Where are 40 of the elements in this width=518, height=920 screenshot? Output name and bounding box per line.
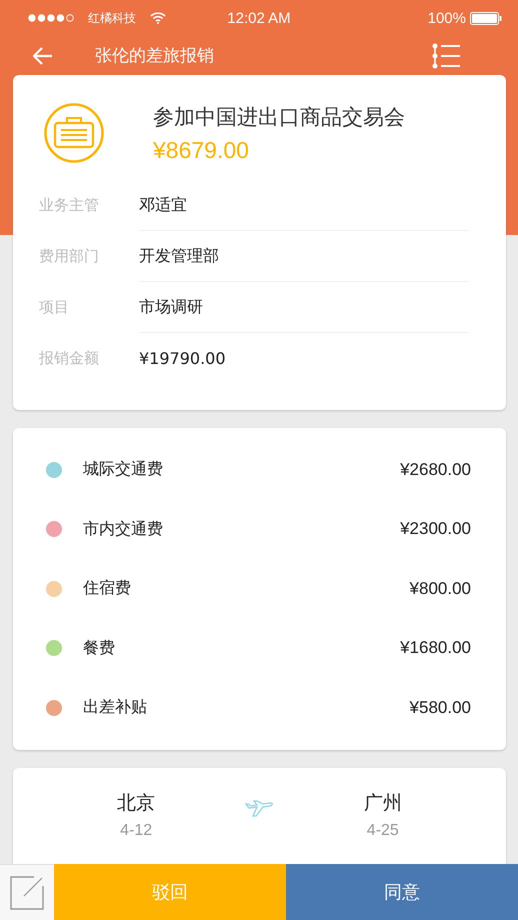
expense-name: 市内交通费	[83, 518, 164, 540]
edit-button[interactable]	[0, 864, 54, 920]
approve-button[interactable]: 同意	[286, 864, 518, 920]
field-value: 市场调研	[139, 282, 469, 333]
arrival-city: 广州	[364, 790, 402, 816]
airplane-icon	[243, 800, 276, 818]
expense-amount: ¥2680.00	[400, 460, 471, 480]
trip-amount: ¥8679.00	[153, 136, 250, 165]
field-label: 费用部门	[38, 246, 100, 267]
battery-icon	[470, 12, 502, 24]
field-label: 报销金额	[38, 348, 100, 369]
edit-icon	[10, 876, 44, 910]
trip-title: 参加中国进出口商品交易会	[153, 104, 405, 131]
expense-amount: ¥800.00	[410, 578, 471, 599]
expense-amount: ¥1680.00	[400, 638, 471, 658]
back-button[interactable]	[33, 46, 53, 64]
arrival-date: 4-25	[366, 822, 399, 840]
field-label: 项目	[38, 297, 70, 318]
list-menu-button[interactable]	[432, 42, 462, 68]
expense-name: 住宿费	[83, 578, 132, 600]
expense-name: 出差补贴	[83, 697, 148, 718]
field-label: 业务主管	[38, 195, 100, 216]
departure-city: 北京	[117, 790, 156, 816]
departure-date: 4-12	[120, 822, 152, 840]
expense-name: 城际交通费	[83, 459, 164, 480]
back-arrow-icon	[33, 46, 53, 64]
battery-percent: 100%	[428, 10, 466, 26]
field-value: 邓适宜	[139, 180, 469, 231]
status-time: 12:02 AM	[227, 10, 291, 26]
wifi-icon	[150, 12, 166, 24]
expense-amount: ¥580.00	[410, 698, 471, 718]
expense-amount: ¥2300.00	[400, 519, 471, 540]
field-value: ¥19790.00	[139, 348, 227, 370]
field-value: 开发管理部	[139, 231, 469, 282]
carrier-name: 红橘科技	[88, 10, 136, 26]
signal-icon	[28, 14, 74, 22]
expense-name: 餐费	[83, 638, 116, 659]
list-icon	[432, 42, 462, 68]
page-title: 张伦的差旅报销	[95, 45, 215, 67]
briefcase-icon	[43, 102, 105, 164]
